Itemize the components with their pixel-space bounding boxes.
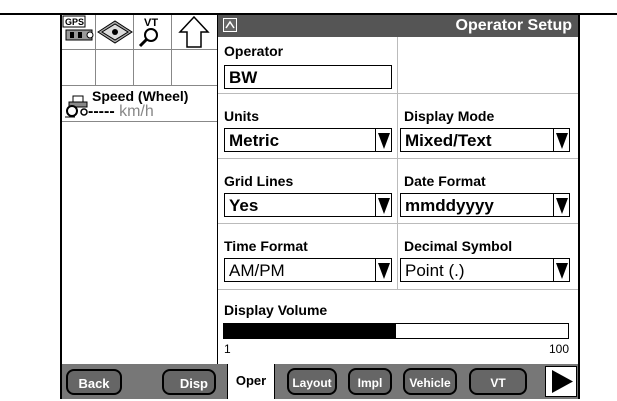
chevron-down-icon (375, 194, 391, 216)
time-format-dropdown[interactable]: AM/PM (224, 258, 392, 282)
empty-slot (134, 50, 172, 86)
next-page-button[interactable] (545, 366, 577, 397)
time-format-section: Time Format AM/PM (218, 224, 398, 290)
operator-label: Operator (224, 43, 284, 59)
speed-unit: km/h (119, 103, 154, 120)
title-bar: Operator Setup (218, 15, 578, 37)
shortcut-bar: GPS VT (62, 15, 217, 49)
bottom-toolbar: Back Disp Oper Layout Impl Vehicle VT (62, 364, 578, 399)
grid-lines-section: Grid Lines Yes (218, 159, 398, 224)
speed-readout: Speed (Wheel) ----- km/h (62, 86, 217, 122)
speed-title: Speed (Wheel) (92, 88, 189, 104)
empty-slot (62, 50, 96, 86)
tab-vehicle[interactable]: Vehicle (403, 368, 457, 395)
display-mode-section: Display Mode Mixed/Text (398, 94, 578, 159)
chevron-down-icon (375, 129, 391, 151)
display-volume-slider[interactable] (223, 323, 569, 339)
volume-min-label: 1 (224, 342, 231, 356)
empty-slot (96, 50, 134, 86)
setup-icon (223, 18, 237, 32)
units-section: Units Metric (218, 94, 398, 159)
tab-bar: Oper Layout Impl Vehicle VT (217, 364, 578, 399)
units-label: Units (224, 108, 259, 124)
tractor-icon (65, 94, 89, 123)
speed-value: ----- km/h (88, 103, 154, 121)
tab-layout[interactable]: Layout (287, 368, 337, 395)
date-format-value: mmddyyyy (405, 196, 494, 215)
volume-max-label: 100 (548, 342, 569, 356)
operator-section: Operator BW (218, 37, 398, 94)
display-mode-dropdown[interactable]: Mixed/Text (400, 128, 570, 152)
units-dropdown[interactable]: Metric (224, 128, 392, 152)
decimal-symbol-section: Decimal Symbol Point (.) (398, 224, 578, 290)
left-softkeys: Back Disp (62, 364, 217, 399)
display-mode-value: Mixed/Text (405, 131, 492, 150)
decimal-symbol-label: Decimal Symbol (404, 238, 513, 254)
grid-lines-value: Yes (229, 196, 259, 215)
screen: GPS VT Speed (Wheel) ----- km/h Operator… (0, 0, 617, 399)
svg-text:VT: VT (144, 17, 158, 29)
gps-icon[interactable]: GPS (62, 15, 96, 49)
operator-setup-panel: Operator Setup Operator BW Units Metric … (217, 15, 578, 364)
decimal-symbol-value: Point (.) (405, 261, 465, 280)
chevron-down-icon (553, 194, 569, 216)
display-mode-label: Display Mode (404, 108, 495, 124)
date-format-label: Date Format (404, 173, 486, 189)
play-arrow-icon (552, 370, 573, 393)
chevron-down-icon (553, 129, 569, 151)
time-format-value: AM/PM (229, 261, 285, 280)
decimal-symbol-dropdown[interactable]: Point (.) (400, 258, 570, 282)
grid-lines-dropdown[interactable]: Yes (224, 193, 392, 217)
svg-text:GPS: GPS (65, 17, 84, 27)
back-button[interactable]: Back (66, 369, 122, 395)
chevron-down-icon (553, 259, 569, 281)
speed-number: ----- (88, 103, 115, 120)
disp-button[interactable]: Disp (162, 369, 216, 395)
units-value: Metric (229, 131, 280, 150)
date-format-section: Date Format mmddyyyy (398, 159, 578, 224)
page-title: Operator Setup (455, 17, 572, 34)
vt-icon[interactable]: VT (134, 15, 172, 49)
date-format-dropdown[interactable]: mmddyyyy (400, 193, 570, 217)
grid-lines-label: Grid Lines (224, 173, 294, 189)
up-arrow-icon[interactable] (172, 15, 217, 49)
divider (578, 14, 580, 399)
tab-vt[interactable]: VT (469, 368, 527, 395)
volume-level-fill (224, 324, 396, 338)
manual-icon[interactable] (96, 15, 134, 49)
empty-section (398, 37, 578, 94)
operator-field[interactable]: BW (224, 65, 392, 89)
chevron-down-icon (375, 259, 391, 281)
tab-oper[interactable]: Oper (227, 364, 275, 399)
display-volume-label: Display Volume (224, 302, 328, 318)
time-format-label: Time Format (224, 238, 308, 254)
empty-shortcut-row (62, 49, 217, 86)
tab-impl[interactable]: Impl (348, 368, 392, 395)
left-panel: GPS VT Speed (Wheel) ----- km/h (62, 15, 217, 364)
